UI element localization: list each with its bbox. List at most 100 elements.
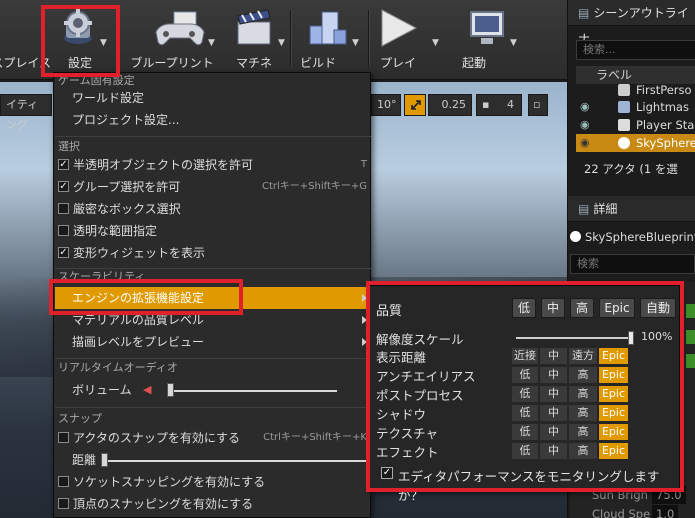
monitor-icon xyxy=(465,8,509,48)
quality-option-chip[interactable]: 高 xyxy=(569,367,597,383)
quality-option-chip[interactable]: 中 xyxy=(540,348,567,364)
checkbox[interactable]: ✓ xyxy=(58,181,69,192)
details-tab[interactable]: ▤ 詳細 xyxy=(568,196,695,222)
scale-snap-value[interactable]: 0.25 xyxy=(428,94,472,116)
outliner-row[interactable]: ◉ Player Sta xyxy=(576,116,695,134)
preset-medium-button[interactable]: 中 xyxy=(541,298,565,318)
checkbox[interactable] xyxy=(58,203,69,214)
eye-icon[interactable]: ◉ xyxy=(580,134,596,152)
menu-item-label: ソケットスナッピングを有効にする xyxy=(73,475,266,489)
launch-button[interactable]: 起動 ▼ xyxy=(448,6,526,72)
eye-icon[interactable]: ◉ xyxy=(580,98,596,116)
quality-row-label: シャドウ xyxy=(376,407,427,422)
preview-rendering-item[interactable]: 描画レベルをプレビュー xyxy=(55,331,371,353)
chevron-down-icon[interactable]: ▼ xyxy=(510,38,517,48)
snap-distance-slider-thumb[interactable] xyxy=(101,453,108,467)
chevron-down-icon[interactable]: ▼ xyxy=(100,38,107,48)
maximize-viewport-button[interactable]: ▫ xyxy=(528,94,548,116)
checkbox[interactable]: ✓ xyxy=(58,159,69,170)
preset-auto-button[interactable]: 自動 xyxy=(640,298,676,318)
menu-checkbox-item[interactable]: 厳密なボックス選択 xyxy=(55,198,371,220)
quality-option-chip[interactable]: 低 xyxy=(512,386,538,402)
camera-speed-button[interactable]: ▪ 4 xyxy=(476,94,522,116)
checkbox[interactable] xyxy=(58,476,69,487)
viewport-mode-label[interactable]: イティング xyxy=(0,94,52,131)
rotation-snap-value[interactable]: 10° xyxy=(371,94,401,116)
quality-option-chip[interactable]: 低 xyxy=(512,424,538,440)
engine-scalability-item[interactable]: エンジンの拡張機能設定 xyxy=(55,287,371,309)
preset-epic-button[interactable]: Epic xyxy=(599,298,635,318)
resolution-scale-thumb[interactable] xyxy=(628,331,634,345)
settings-button[interactable]: 設定 ▼ xyxy=(46,6,114,72)
quality-option-chip[interactable]: Epic xyxy=(599,386,628,402)
socket-snap-item[interactable]: ソケットスナッピングを有効にする xyxy=(55,471,371,493)
volume-slider-track[interactable] xyxy=(167,390,337,392)
snap-actor-item[interactable]: アクタのスナップを有効にする Ctrlキー+Shiftキー+K xyxy=(55,427,371,449)
outliner-row[interactable]: FirstPerso xyxy=(576,81,695,99)
checkbox[interactable]: ✓ xyxy=(58,247,69,258)
menu-checkbox-item[interactable]: ✓ 変形ウィジェットを表示 xyxy=(55,242,371,264)
quality-option-chip[interactable]: 近接 xyxy=(512,348,538,364)
quality-option-chip[interactable]: Epic xyxy=(599,443,628,459)
blueprint-button[interactable]: ブループリント ▼ xyxy=(124,6,220,72)
preset-low-button[interactable]: 低 xyxy=(512,298,536,318)
menu-checkbox-item[interactable]: ✓ グループ選択を許可 Ctrlキー+Shiftキー+G xyxy=(55,176,371,198)
material-quality-item[interactable]: マテリアルの品質レベル xyxy=(55,309,371,331)
quality-option-chip[interactable]: 高 xyxy=(569,443,597,459)
quality-option-chip[interactable]: 中 xyxy=(540,424,567,440)
main-toolbar: ースプレイス 設定 ▼ ブループリント ▼ xyxy=(0,0,567,80)
quality-option-chip[interactable]: 中 xyxy=(540,367,567,383)
snap-distance-slider-track[interactable] xyxy=(101,460,367,462)
monitor-performance-checkbox[interactable]: ✓ xyxy=(381,467,393,479)
outliner-search-input[interactable]: 検索... xyxy=(576,40,695,60)
volume-slider-thumb[interactable] xyxy=(167,383,174,397)
details-search-input[interactable]: 検索 xyxy=(570,254,695,274)
checkbox[interactable] xyxy=(58,498,69,509)
chevron-down-icon[interactable]: ▼ xyxy=(208,38,215,48)
quality-option-chip[interactable]: 高 xyxy=(569,405,597,421)
quality-option-chip[interactable]: Epic xyxy=(599,405,628,421)
quality-option-chip[interactable]: Epic xyxy=(599,424,628,440)
quality-option-chip[interactable]: 中 xyxy=(540,386,567,402)
menu-checkbox-item[interactable]: 透明な範囲指定 xyxy=(55,220,371,242)
matinee-button[interactable]: マチネ ▼ xyxy=(222,6,286,72)
outliner-row-selected[interactable]: ◉ SkySphere xyxy=(576,134,695,152)
property-value[interactable]: 1.0 xyxy=(652,505,679,518)
play-button[interactable]: プレイ ▼ xyxy=(372,6,444,72)
quality-row-label: アンチエイリアス xyxy=(376,369,476,384)
chevron-down-icon[interactable]: ▼ xyxy=(432,38,439,48)
checkbox[interactable] xyxy=(58,432,69,443)
details-property-2: Cloud Spe 1.0 xyxy=(592,505,695,518)
build-button[interactable]: ビルド ▼ xyxy=(292,6,364,72)
quality-option-chip[interactable]: 中 xyxy=(540,405,567,421)
shortcut-label: Ctrlキー+Shiftキー+K xyxy=(263,432,367,443)
quality-option-chip[interactable]: 低 xyxy=(512,405,538,421)
details-checkbox[interactable] xyxy=(686,354,695,368)
resolution-scale-track[interactable] xyxy=(516,337,632,339)
vertex-snap-item[interactable]: 頂点のスナッピングを有効にする xyxy=(55,493,371,515)
project-settings-item[interactable]: プロジェクト設定... xyxy=(55,109,371,131)
details-checkbox[interactable] xyxy=(686,304,695,318)
scene-outliner-tab[interactable]: ▤ シーンアウトライナ xyxy=(568,0,695,46)
chevron-down-icon[interactable]: ▼ xyxy=(278,38,285,48)
quality-option-chip[interactable]: 低 xyxy=(512,443,538,459)
quality-option-chip[interactable]: 高 xyxy=(569,424,597,440)
quality-option-chip[interactable]: 中 xyxy=(540,443,567,459)
speaker-icon[interactable]: ◀ xyxy=(143,379,151,401)
eye-icon[interactable]: ◉ xyxy=(580,116,596,134)
chevron-down-icon[interactable]: ▼ xyxy=(352,38,359,48)
quality-option-chip[interactable]: Epic xyxy=(599,348,628,364)
menu-checkbox-item[interactable]: ✓ 半透明オブジェクトの選択を許可 T xyxy=(55,154,371,176)
quality-option-chip[interactable]: 低 xyxy=(512,367,538,383)
checkbox[interactable] xyxy=(58,225,69,236)
place-mode-button[interactable]: ースプレイス xyxy=(0,6,51,72)
quality-option-chip[interactable]: 遠方 xyxy=(569,348,597,364)
quality-option-chip[interactable]: 高 xyxy=(569,386,597,402)
actor-count: 22 アクタ (1 を選 xyxy=(584,162,678,176)
quality-option-chip[interactable]: Epic xyxy=(599,367,628,383)
scale-snap-toggle[interactable] xyxy=(404,94,426,116)
outliner-row[interactable]: ◉ Lightmas xyxy=(576,98,695,116)
world-settings-item[interactable]: ワールド設定 xyxy=(55,87,371,109)
preset-high-button[interactable]: 高 xyxy=(570,298,594,318)
details-checkbox[interactable] xyxy=(686,330,695,344)
